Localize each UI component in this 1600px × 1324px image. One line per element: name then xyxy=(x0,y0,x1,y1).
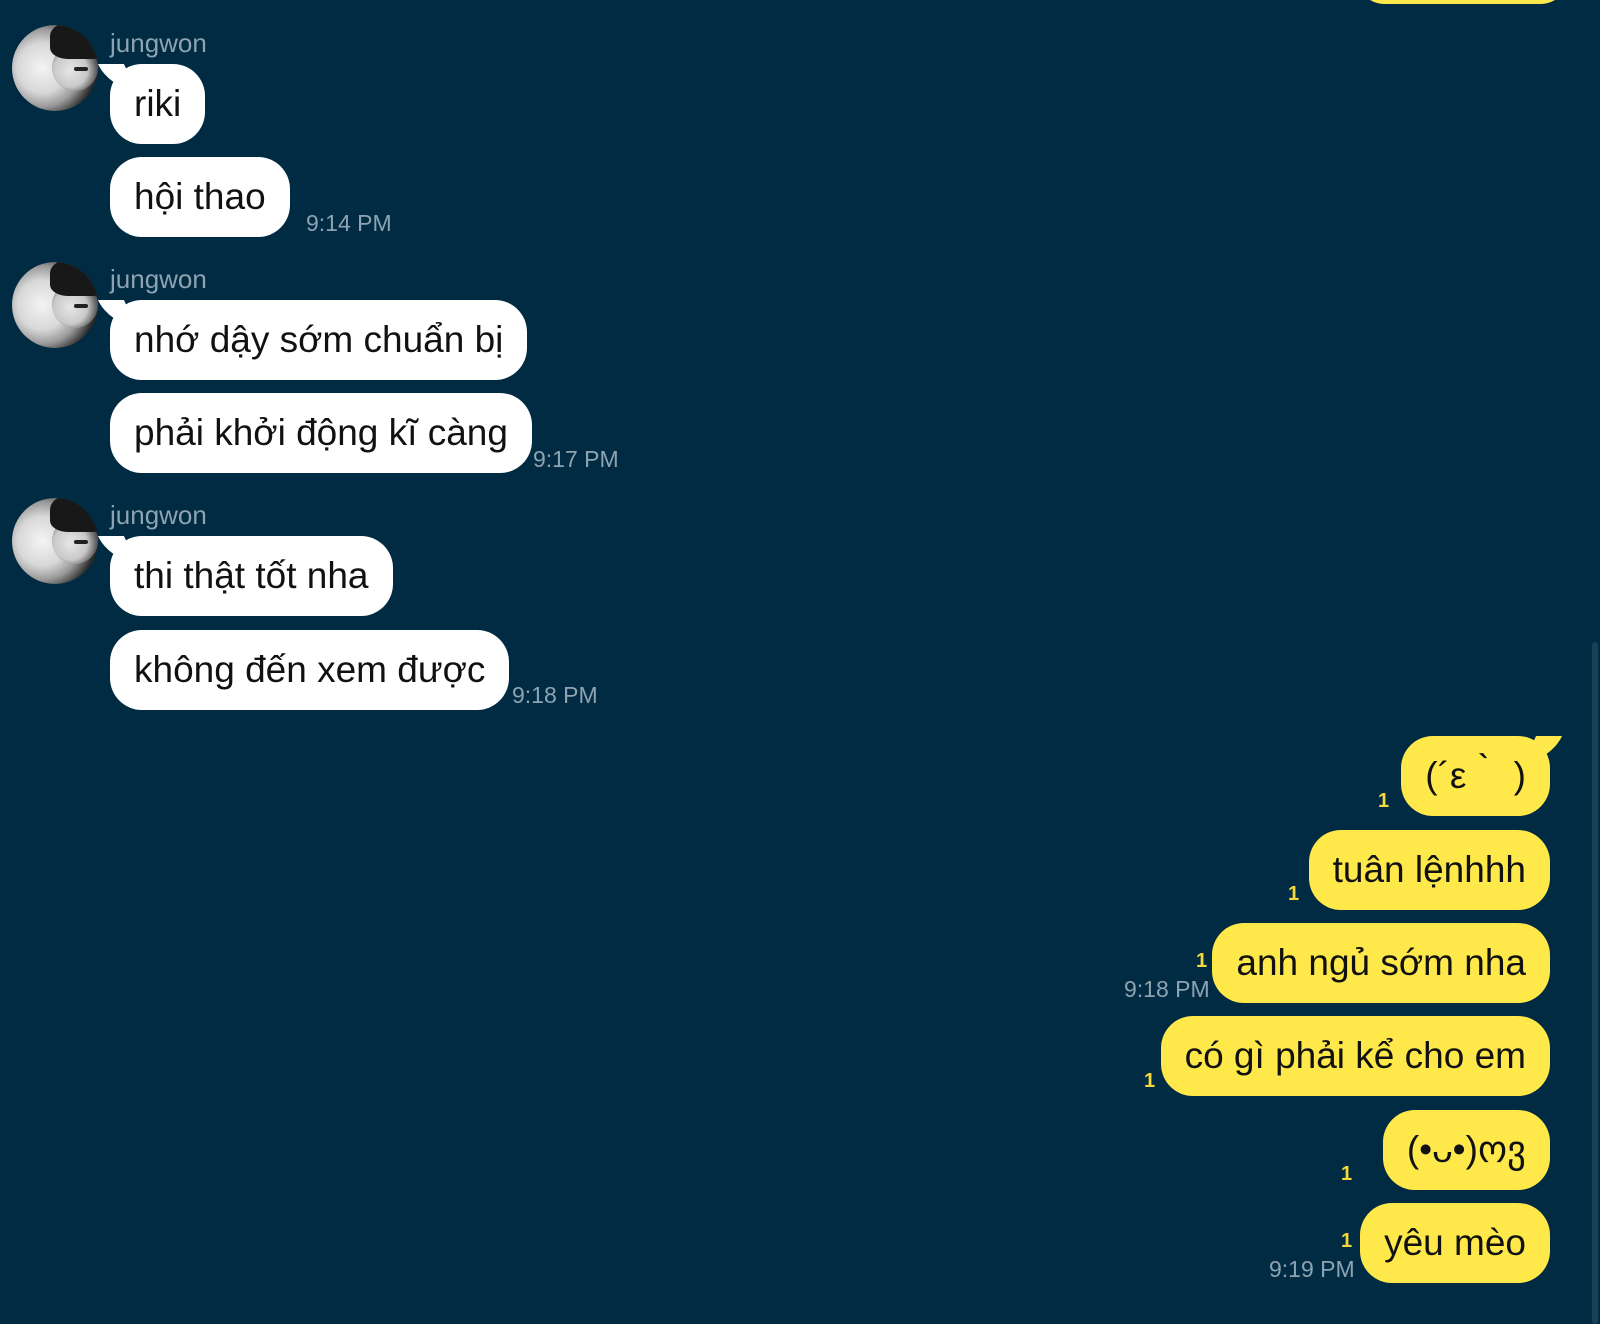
sender-avatar[interactable] xyxy=(12,262,98,348)
scrollbar[interactable] xyxy=(1592,642,1598,1324)
outgoing-message-bubble[interactable]: tuân lệnhhh xyxy=(1308,830,1550,910)
outgoing-bubble-partial xyxy=(1355,0,1570,4)
unread-count: 1 xyxy=(1341,1163,1353,1185)
message-timestamp: 9:17 PM xyxy=(533,446,619,472)
message-timestamp: 9:19 PM xyxy=(1269,1256,1355,1282)
sender-name: jungwon xyxy=(110,500,207,530)
unread-count: 1 xyxy=(1144,1070,1156,1092)
sender-avatar[interactable] xyxy=(12,25,98,111)
outgoing-message-bubble[interactable]: anh ngủ sớm nha xyxy=(1212,923,1550,1003)
message-timestamp: 9:18 PM xyxy=(1124,976,1210,1002)
unread-count: 1 xyxy=(1288,883,1300,905)
outgoing-message-bubble[interactable]: có gì phải kể cho em xyxy=(1160,1016,1550,1096)
sender-avatar[interactable] xyxy=(12,498,98,584)
outgoing-message-bubble[interactable]: (•ᴗ•)ოვ xyxy=(1382,1110,1550,1190)
incoming-message-bubble[interactable]: phải khởi động kĩ càng xyxy=(110,393,532,473)
incoming-message-bubble[interactable]: hội thao xyxy=(110,157,290,237)
incoming-message-bubble[interactable]: riki xyxy=(110,64,206,144)
sender-name: jungwon xyxy=(110,28,207,58)
outgoing-message-bubble[interactable]: yêu mèo xyxy=(1360,1203,1550,1283)
outgoing-message-bubble[interactable]: (´ε｀ ) xyxy=(1401,736,1550,816)
incoming-message-bubble[interactable]: nhớ dậy sớm chuẩn bị xyxy=(110,300,528,380)
chat-message-list[interactable]: jungwon riki hội thao 9:14 PM jungwon nh… xyxy=(0,0,1600,1324)
unread-count: 1 xyxy=(1196,950,1208,972)
sender-name: jungwon xyxy=(110,264,207,294)
incoming-message-bubble[interactable]: không đến xem được xyxy=(110,630,510,710)
message-timestamp: 9:14 PM xyxy=(306,210,392,236)
message-timestamp: 9:18 PM xyxy=(512,682,598,708)
unread-count: 1 xyxy=(1378,790,1390,812)
incoming-message-bubble[interactable]: thi thật tốt nha xyxy=(110,536,393,616)
unread-count: 1 xyxy=(1341,1230,1353,1252)
